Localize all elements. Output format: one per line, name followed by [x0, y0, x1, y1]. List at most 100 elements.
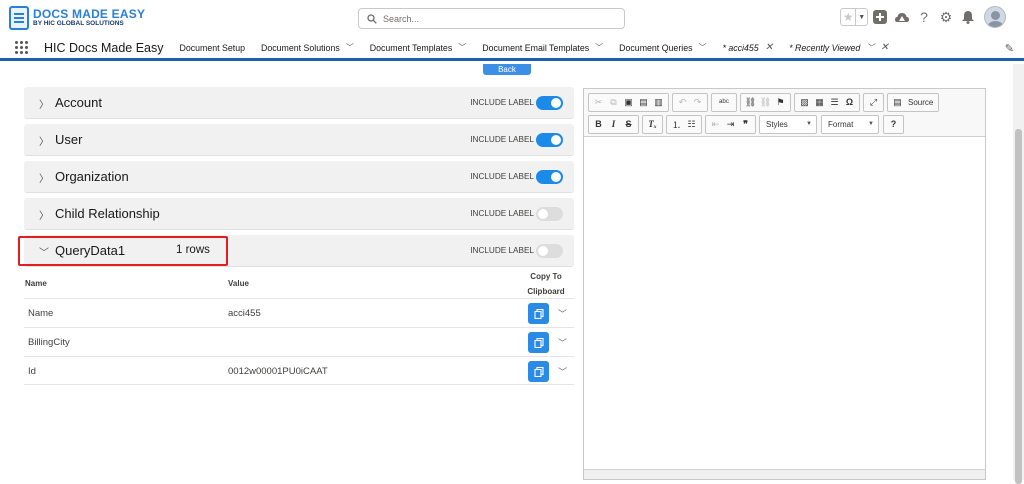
field-value: 0012w00001PU0iCAAT — [228, 366, 328, 377]
chevron-right-icon[interactable]: 〉 — [39, 207, 49, 222]
search-input[interactable] — [383, 13, 613, 24]
close-icon[interactable]: ✕ — [765, 42, 773, 53]
paste-icon[interactable]: ▣ — [621, 95, 636, 110]
include-label-toggle[interactable] — [536, 244, 563, 258]
italic-icon[interactable]: I — [606, 117, 621, 132]
global-search[interactable] — [358, 8, 625, 29]
chevron-down-icon[interactable]: ﹀ — [866, 42, 874, 53]
image-icon[interactable]: ▨ — [797, 95, 812, 110]
copy-icon[interactable]: ⧉ — [606, 95, 621, 110]
section-child-relationship[interactable]: 〉 Child Relationship INCLUDE LABEL — [24, 198, 574, 230]
source-label: Source — [908, 97, 934, 107]
section-title: Child Relationship — [55, 206, 160, 221]
document-icon — [9, 6, 29, 30]
nav-item-document-templates[interactable]: Document Templates ﹀ — [370, 42, 466, 53]
star-icon[interactable]: ★ — [841, 9, 855, 25]
copy-button[interactable] — [528, 332, 549, 353]
bold-icon[interactable]: B — [591, 117, 606, 132]
chevron-down-icon[interactable]: ﹀ — [595, 42, 603, 53]
source-icon: ▤ — [893, 96, 902, 107]
include-label-toggle[interactable] — [536, 207, 563, 221]
tab-acci455[interactable]: * acci455 ✕ — [723, 42, 774, 53]
add-icon[interactable] — [870, 7, 890, 27]
include-label-text: INCLUDE LABEL — [470, 246, 534, 255]
include-label-toggle[interactable] — [536, 170, 563, 184]
column-header-name: Name — [25, 279, 47, 288]
nav-item-document-email-templates[interactable]: Document Email Templates ﹀ — [482, 42, 603, 53]
paste-word-icon[interactable]: ▥ — [651, 95, 666, 110]
page-scrollbar[interactable] — [1013, 64, 1024, 484]
anchor-flag-icon[interactable]: ⚑ — [773, 95, 788, 110]
scrollbar-thumb[interactable] — [1015, 129, 1022, 484]
cut-icon[interactable]: ✂ — [591, 95, 606, 110]
styles-dropdown[interactable]: Styles ▼ — [759, 114, 817, 134]
highlight-box — [18, 236, 228, 266]
tab-recently-viewed[interactable]: * Recently Viewed ﹀ ✕ — [789, 42, 889, 53]
copy-button[interactable] — [528, 361, 549, 382]
include-label-text: INCLUDE LABEL — [470, 172, 534, 181]
section-user[interactable]: 〉 User INCLUDE LABEL — [24, 124, 574, 156]
favorites-control[interactable]: ★ ▼ — [840, 8, 868, 26]
app-launcher-icon[interactable] — [15, 40, 29, 55]
section-organization[interactable]: 〉 Organization INCLUDE LABEL — [24, 161, 574, 193]
nav-item-label: Document Solutions — [261, 42, 340, 53]
redo-icon[interactable]: ↷ — [690, 95, 705, 110]
spellcheck-icon[interactable]: ᵃᵇᶜ — [714, 95, 734, 110]
special-char-icon[interactable]: Ω — [842, 95, 857, 110]
help-icon[interactable]: ? — [914, 7, 934, 27]
nav-item-document-queries[interactable]: Document Queries ﹀ — [619, 42, 706, 53]
outdent-icon[interactable]: ⇤ — [708, 117, 723, 132]
numbered-list-icon[interactable]: ⒈ — [669, 117, 684, 132]
bell-icon[interactable] — [958, 7, 978, 27]
chevron-down-icon[interactable]: ▼ — [855, 9, 867, 25]
chevron-down-icon[interactable]: ﹀ — [346, 42, 354, 53]
logo-subtitle: BY HIC GLOBAL SOLUTIONS — [33, 20, 124, 28]
editor-body[interactable] — [584, 137, 985, 467]
strikethrough-icon[interactable]: S — [621, 117, 636, 132]
nav-item-document-solutions[interactable]: Document Solutions ﹀ — [261, 42, 354, 53]
app-nav-bar: HIC Docs Made Easy Document Setup Docume… — [0, 37, 1024, 61]
user-avatar[interactable] — [984, 6, 1006, 28]
include-label-toggle[interactable] — [536, 133, 563, 147]
chevron-down-icon[interactable]: ﹀ — [699, 42, 707, 53]
unlink-icon[interactable]: ⛓ — [758, 95, 773, 110]
table-icon[interactable]: ▦ — [812, 95, 827, 110]
bulleted-list-icon[interactable]: ☷ — [684, 117, 699, 132]
help-button[interactable]: ? — [883, 114, 904, 134]
link-icon[interactable]: ⛓ — [743, 95, 758, 110]
chevron-down-icon[interactable]: ﹀ — [558, 307, 567, 320]
section-account[interactable]: 〉 Account INCLUDE LABEL — [24, 87, 574, 119]
copy-button[interactable] — [528, 303, 549, 324]
undo-icon[interactable]: ↶ — [675, 95, 690, 110]
chevron-right-icon[interactable]: 〉 — [39, 133, 49, 148]
edit-nav-icon[interactable]: ✎ — [1005, 42, 1014, 55]
editor-toolbar: ✂ ⧉ ▣ ▤ ▥ ↶ ↷ ᵃᵇᶜ ⛓ ⛓ ⚑ ▨ ▦ ☰ Ω ⤢ ▤ Sour… — [584, 89, 985, 137]
help-icon: ? — [890, 119, 897, 129]
chevron-right-icon[interactable]: 〉 — [39, 170, 49, 185]
field-value: acci455 — [228, 308, 261, 319]
chevron-down-icon[interactable]: ﹀ — [458, 42, 466, 53]
rich-text-editor: ✂ ⧉ ▣ ▤ ▥ ↶ ↷ ᵃᵇᶜ ⛓ ⛓ ⚑ ▨ ▦ ☰ Ω ⤢ ▤ Sour… — [583, 88, 986, 480]
format-dropdown[interactable]: Format ▼ — [821, 114, 879, 134]
blockquote-icon[interactable]: ❞ — [738, 117, 753, 132]
gear-icon[interactable]: ⚙ — [936, 7, 956, 27]
indent-icon[interactable]: ⇥ — [723, 117, 738, 132]
table-row: Id 0012w00001PU0iCAAT ﹀ — [24, 356, 574, 385]
app-logo[interactable]: DOCS MADE EASY BY HIC GLOBAL SOLUTIONS — [9, 6, 145, 30]
chevron-down-icon[interactable]: ﹀ — [558, 336, 567, 349]
remove-format-icon[interactable]: Tₓ — [645, 117, 660, 132]
horizontal-line-icon[interactable]: ☰ — [827, 95, 842, 110]
back-button[interactable]: Back — [483, 64, 531, 75]
chevron-down-icon[interactable]: ﹀ — [558, 365, 567, 378]
source-button[interactable]: ▤ Source — [887, 92, 940, 112]
nav-item-document-setup[interactable]: Document Setup — [179, 43, 245, 53]
close-icon[interactable]: ✕ — [880, 42, 888, 53]
trailhead-icon[interactable] — [892, 7, 912, 27]
main-content: Back 〉 Account INCLUDE LABEL 〉 User INCL… — [0, 64, 1024, 484]
include-label-toggle[interactable] — [536, 96, 563, 110]
paste-text-icon[interactable]: ▤ — [636, 95, 651, 110]
chevron-right-icon[interactable]: 〉 — [39, 96, 49, 111]
maximize-icon[interactable]: ⤢ — [866, 95, 881, 110]
chevron-down-icon: ▼ — [868, 121, 874, 127]
tab-label: * acci455 — [722, 42, 759, 53]
